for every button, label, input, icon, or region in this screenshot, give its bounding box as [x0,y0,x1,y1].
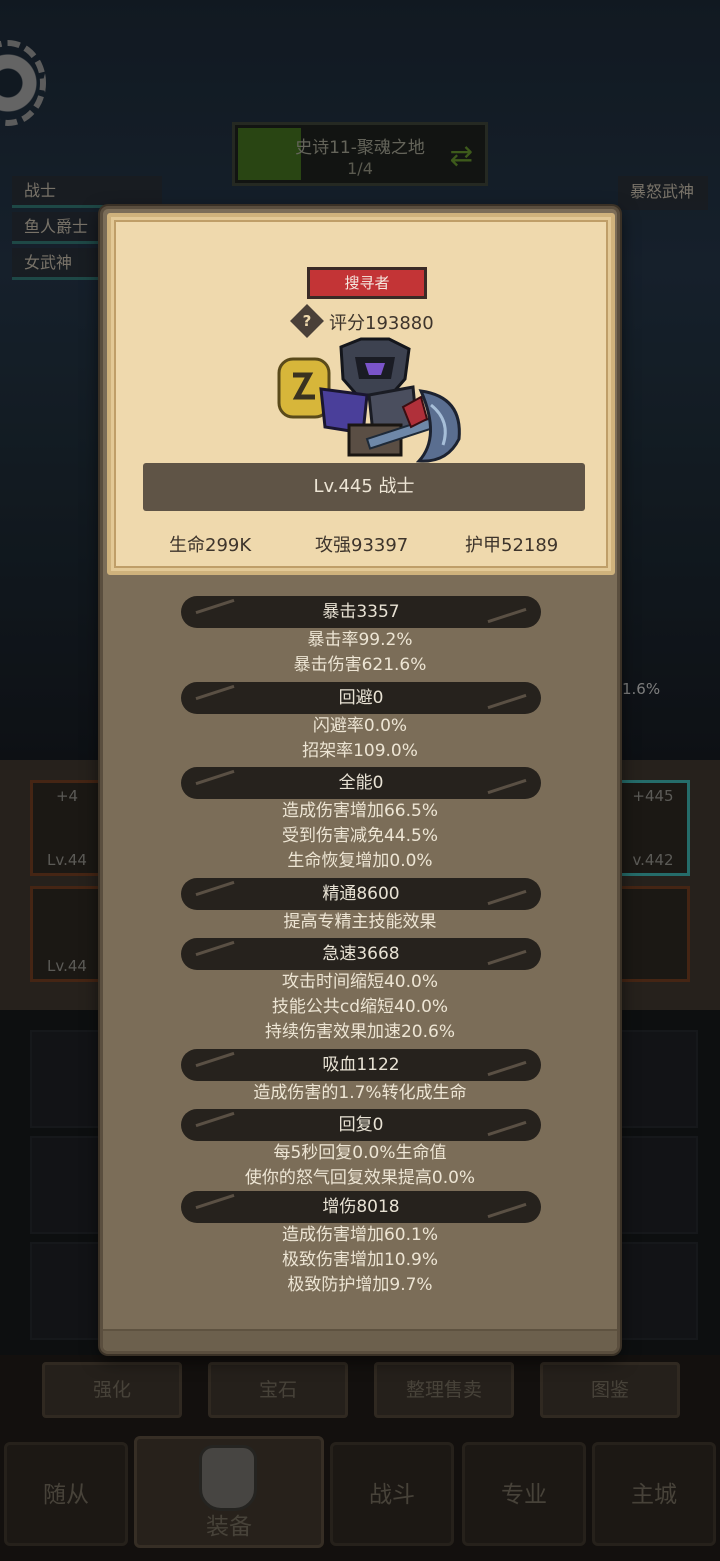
attr-crit-header: 暴击3357 [181,596,541,628]
hero-summary-card: 搜寻者 ? 评分193880 Lv.445 战士 生命299K 攻强93397 … [107,213,615,575]
hero-level-bar: Lv.445 战士 [143,463,585,511]
attr-detail: 攻击时间缩短40.0% [281,972,438,992]
hp-stat: 生命299K [169,535,252,556]
attr-detail: 生命恢复增加0.0% [287,851,433,871]
attack-stat: 攻强93397 [315,535,409,556]
role-badge: 搜寻者 [307,267,427,299]
attr-damage-bonus-header: 增伤8018 [181,1191,541,1223]
attr-versatility-header: 全能0 [181,767,541,799]
attr-regen-header: 回复0 [181,1109,541,1141]
attr-evasion-header: 回避0 [181,682,541,714]
attr-mastery-header: 精通8600 [181,878,541,910]
attr-detail: 暴击伤害621.6% [293,655,427,675]
attr-detail: 暴击率99.2% [307,630,413,650]
attr-detail: 招架率109.0% [302,741,418,761]
attr-detail: 持续伤害效果加速20.6% [264,1022,455,1042]
attr-lifesteal-header: 吸血1122 [181,1049,541,1081]
warrior-portrait-icon [271,335,471,473]
attr-detail: 造成伤害的1.7%转化成生命 [253,1083,467,1103]
help-icon[interactable]: ? [290,304,324,338]
attr-haste-header: 急速3668 [181,938,541,970]
armor-stat: 护甲52189 [465,535,559,556]
attr-detail: 受到伤害减免44.5% [281,826,438,846]
attr-detail: 极致防护增加9.7% [287,1275,433,1295]
modal-bottom-edge [103,1329,617,1351]
score-text: 评分193880 [329,313,434,334]
character-detail-modal: 搜寻者 ? 评分193880 Lv.445 战士 生命299K 攻强93397 … [100,206,620,1354]
attr-detail: 提高专精主技能效果 [283,912,437,932]
attr-detail: 造成伤害增加66.5% [281,801,438,821]
attr-detail: 使你的怒气回复效果提高0.0% [244,1168,476,1188]
attr-detail: 每5秒回复0.0%生命值 [273,1143,447,1163]
attr-detail: 造成伤害增加60.1% [281,1225,438,1245]
attr-detail: 闪避率0.0% [312,716,408,736]
attr-detail: 技能公共cd缩短40.0% [271,997,449,1017]
attr-detail: 极致伤害增加10.9% [281,1250,438,1270]
